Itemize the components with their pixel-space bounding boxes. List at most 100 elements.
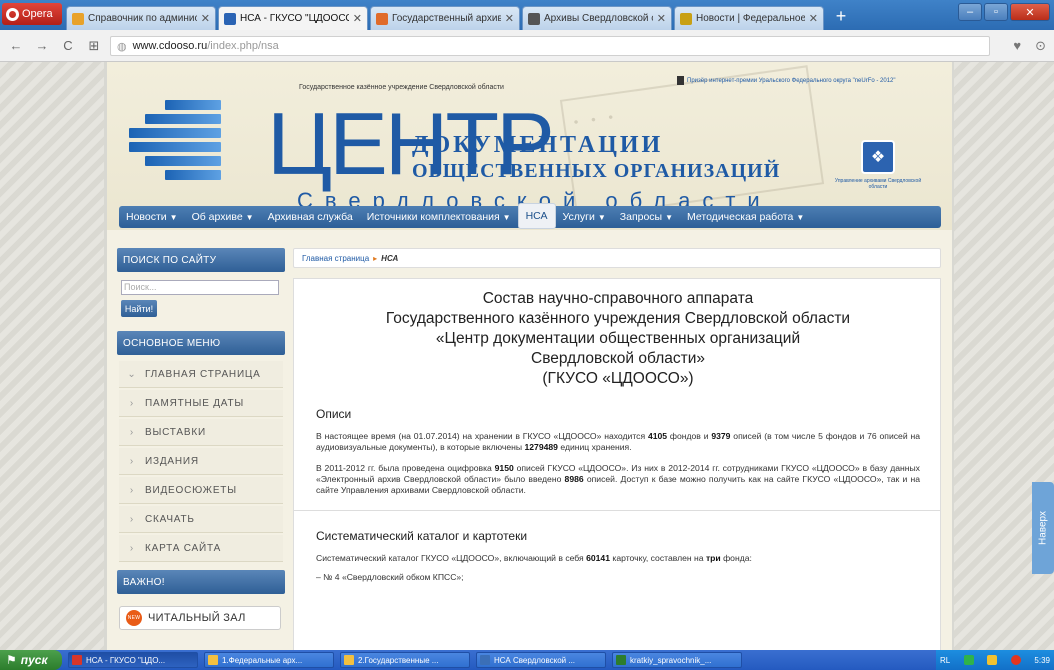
network-icon[interactable] [963, 655, 974, 665]
taskbar-button[interactable]: НСА - ГКУСО "ЦДО... [68, 652, 198, 668]
reload-icon[interactable]: C [60, 38, 76, 53]
new-tab-button[interactable]: + [830, 6, 852, 28]
divider [294, 510, 940, 511]
page-title-line: (ГКУСО «ЦДООСО») [542, 370, 694, 387]
nav-item-label: Источники комплектования [366, 211, 500, 223]
org-type: Государственное казённое учреждение Свер… [299, 84, 504, 91]
site-header: · · · Государственное казённое учреждени… [107, 62, 952, 230]
tab-close-icon[interactable]: ✕ [657, 12, 666, 25]
main-menu-list: ⌄ ГЛАВНАЯ СТРАНИЦА › ПАМЯТНЫЕ ДАТЫ › ВЫСТАВКИ… [117, 361, 285, 562]
browser-tab[interactable]: НСА - ГКУСО "ЦДООСО" ✕ [218, 6, 368, 30]
browser-tab[interactable]: Архивы Свердловской обл ✕ [522, 6, 672, 30]
speed-dial-icon[interactable]: ⊞ [86, 38, 102, 54]
clock[interactable]: 5:39 [1034, 656, 1050, 665]
archive-mgmt-label: Управление архивами Свердловской области [834, 178, 922, 190]
opera-menu-button[interactable]: Opera [2, 3, 62, 25]
sidebar-menu-label: ВЫСТАВКИ [145, 426, 206, 438]
tab-title: Государственный архив с [392, 13, 501, 24]
taskbar-button[interactable]: kratkiy_spravochnik_... [612, 652, 742, 668]
tab-close-icon[interactable]: ✕ [809, 12, 818, 25]
site-title-line2: ОБЩЕСТВЕННЫХ ОРГАНИЗАЦИЙ [412, 160, 781, 182]
language-indicator[interactable]: RL [940, 656, 950, 665]
taskbar-button-label: НСА - ГКУСО "ЦДО... [86, 655, 166, 665]
site-logo-icon[interactable] [129, 100, 221, 186]
caret-down-icon: ▼ [597, 212, 606, 222]
reading-room-button[interactable]: NEW ЧИТАЛЬНЫЙ ЗАЛ [119, 606, 281, 630]
browser-tab[interactable]: Государственный архив с ✕ [370, 6, 520, 30]
paragraph-digitization: В 2011-2012 гг. была проведена оцифровка… [316, 463, 920, 495]
nav-item[interactable]: Источники комплектования ▼ [360, 206, 518, 228]
sidebar-menu-item[interactable]: › ИЗДАНИЯ [119, 448, 283, 475]
nav-item[interactable]: Методическая работа ▼ [680, 206, 811, 228]
main-navigation: Новости ▼ Об архиве ▼ Архивная служба Источни… [119, 203, 941, 229]
sidebar-menu-label: ПАМЯТНЫЕ ДАТЫ [145, 397, 245, 409]
start-button[interactable]: ⚑ пуск [0, 650, 62, 670]
taskbar-button-label: 1.Федеральные арх... [222, 655, 303, 665]
minimize-icon[interactable]: – [958, 3, 982, 21]
tab-close-icon[interactable]: ✕ [353, 12, 362, 25]
breadcrumb-home-link[interactable]: Главная страница [302, 254, 369, 263]
tab-title: Справочник по администр [88, 13, 197, 24]
app-icon [480, 655, 490, 665]
tab-favicon-icon [528, 12, 540, 25]
scroll-top-tab[interactable]: Наверх [1032, 482, 1054, 574]
window-controls: – ▫ ✕ [958, 3, 1050, 21]
taskbar-button[interactable]: 2.Государственные ... [340, 652, 470, 668]
heart-icon[interactable]: ♥ [1013, 38, 1021, 54]
search-heading: ПОИСК ПО САЙТУ [117, 248, 285, 272]
opera-tray-icon[interactable] [1010, 655, 1021, 665]
chevron-icon: › [129, 397, 135, 409]
nav-item[interactable]: Услуги ▼ [556, 206, 613, 228]
tab-close-icon[interactable]: ✕ [201, 12, 210, 25]
sidebar-menu-item[interactable]: › ПАМЯТНЫЕ ДАТЫ [119, 390, 283, 417]
app-icon [72, 655, 82, 665]
page-viewport[interactable]: · · · Государственное казённое учреждени… [0, 62, 1054, 650]
site-container: · · · Государственное казённое учреждени… [107, 62, 952, 650]
sidebar-menu-item[interactable]: › ВИДЕОСЮЖЕТЫ [119, 477, 283, 504]
search-button[interactable]: Найти! [121, 300, 157, 317]
tab-favicon-icon [376, 12, 388, 25]
nav-item-label: Запросы [619, 211, 663, 223]
sidebar-menu-item[interactable]: › СКАЧАТЬ [119, 506, 283, 533]
download-icon[interactable]: ⊙ [1035, 38, 1046, 54]
tab-title: Архивы Свердловской обл [544, 13, 653, 24]
caret-down-icon: ▼ [665, 212, 674, 222]
nav-item-label: Новости [126, 211, 167, 223]
chevron-icon: ⌄ [127, 368, 137, 380]
forward-icon[interactable]: → [34, 38, 50, 53]
nav-item[interactable]: Архивная служба [261, 206, 360, 228]
taskbar-button[interactable]: НСА Свердловской ... [476, 652, 606, 668]
taskbar-button-label: НСА Свердловской ... [494, 655, 576, 665]
breadcrumb: Главная страница ▸ НСА [293, 248, 941, 268]
tab-close-icon[interactable]: ✕ [505, 12, 514, 25]
left-sidebar: ПОИСК ПО САЙТУ Поиск... Найти! ОСНОВНОЕ … [117, 248, 285, 630]
restore-icon[interactable]: ▫ [984, 3, 1008, 21]
sidebar-menu-label: ВИДЕОСЮЖЕТЫ [145, 484, 237, 496]
nav-item[interactable]: Новости ▼ [119, 206, 185, 228]
page-background-left [0, 62, 104, 650]
browser-tab-bar: Opera Справочник по администр✕НСА - ГКУС… [0, 0, 1054, 30]
prize-link[interactable]: Призёр интернет-премии Уральского Федера… [677, 76, 896, 85]
sidebar-menu-item[interactable]: ⌄ ГЛАВНАЯ СТРАНИЦА [119, 361, 283, 388]
archive-emblem-icon[interactable]: ❖ [861, 140, 895, 174]
taskbar-button-label: 2.Государственные ... [358, 655, 439, 665]
back-icon[interactable]: ← [8, 38, 24, 53]
search-input[interactable]: Поиск... [121, 280, 279, 295]
url-field[interactable]: ◍ www.cdooso.ru/index.php/nsa [110, 36, 990, 56]
nav-item[interactable]: Об архиве ▼ [185, 206, 261, 228]
opera-menu-label: Opera [22, 8, 53, 20]
sidebar-menu-item[interactable]: › ВЫСТАВКИ [119, 419, 283, 446]
volume-icon[interactable] [987, 655, 998, 665]
taskbar-button[interactable]: 1.Федеральные арх... [204, 652, 334, 668]
opera-logo-icon [6, 7, 19, 21]
page-title: Состав научно-справочного аппарата Госуда… [316, 289, 920, 389]
nav-item[interactable]: Запросы ▼ [613, 206, 680, 228]
start-label: пуск [20, 653, 48, 667]
close-window-icon[interactable]: ✕ [1010, 3, 1050, 21]
nav-item-label: Архивная служба [267, 211, 353, 223]
windows-taskbar: ⚑ пуск НСА - ГКУСО "ЦДО... 1.Федеральные … [0, 650, 1054, 670]
browser-tab[interactable]: Справочник по администр ✕ [66, 6, 216, 30]
sidebar-menu-item[interactable]: › КАРТА САЙТА [119, 535, 283, 562]
browser-tab[interactable]: Новости | Федеральное ар ✕ [674, 6, 824, 30]
nav-item[interactable]: НСА [517, 203, 556, 229]
